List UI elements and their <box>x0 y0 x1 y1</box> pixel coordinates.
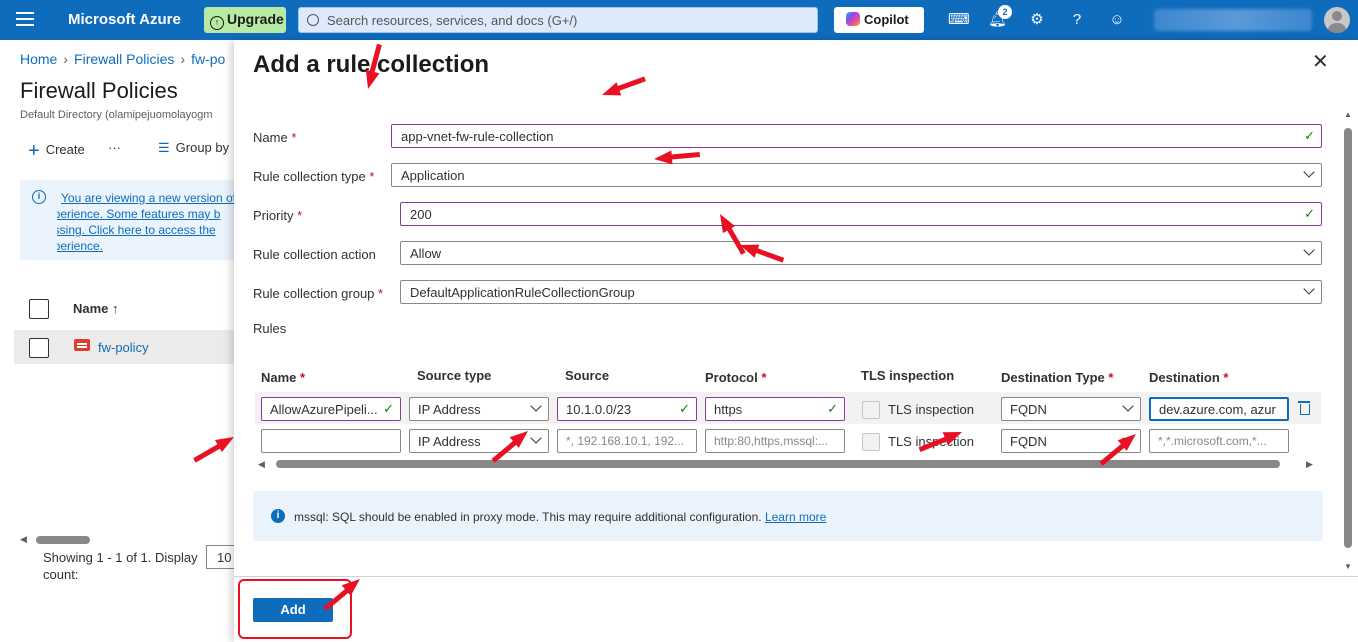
panel-vertical-scrollbar[interactable]: ▲ ▼ <box>1342 110 1354 576</box>
note-text: mssql: SQL should be enabled in proxy mo… <box>294 510 762 524</box>
rule-collection-group-select[interactable]: DefaultApplicationRuleCollectionGroup <box>400 280 1322 304</box>
rule-name-input[interactable] <box>261 429 401 453</box>
copilot-label: Copilot <box>864 12 909 27</box>
name-input[interactable]: app-vnet-fw-rule-collection ✓ <box>391 124 1322 148</box>
search-icon <box>307 14 319 26</box>
col-tls: TLS inspection <box>861 368 955 383</box>
info-note: i mssql: SQL should be enabled in proxy … <box>253 491 1323 541</box>
chevron-down-icon <box>1303 283 1315 295</box>
settings-icon[interactable]: ⚙ <box>1028 11 1046 29</box>
info-banner-link[interactable]: You are viewing a new version of experie… <box>57 190 237 254</box>
more-button[interactable]: ··· <box>108 140 121 155</box>
valid-check-icon: ✓ <box>1304 206 1315 221</box>
rule-collection-action-select[interactable]: Allow <box>400 241 1322 265</box>
upgrade-label: Upgrade <box>227 11 284 27</box>
delete-icon[interactable] <box>1298 401 1310 415</box>
rules-label: Rules <box>253 321 287 336</box>
copilot-icon <box>846 12 860 26</box>
avatar[interactable] <box>1324 7 1350 33</box>
horizontal-scrollbar[interactable]: ◀ <box>20 534 234 544</box>
search-input[interactable]: Search resources, services, and docs (G+… <box>298 7 818 33</box>
col-source-type: Source type <box>417 368 492 383</box>
rule-name-input[interactable]: AllowAzurePipeli... ✓ <box>261 397 401 421</box>
destination-type-select[interactable]: FQDN <box>1001 397 1141 421</box>
breadcrumb-fw-policy[interactable]: fw-po <box>191 51 225 67</box>
type-label: Rule collection type * <box>253 169 375 184</box>
close-icon[interactable]: ✕ <box>1312 52 1329 72</box>
chevron-down-icon <box>530 400 542 412</box>
firewall-policy-icon <box>74 339 90 351</box>
source-type-select[interactable]: IP Address <box>409 397 549 421</box>
cloud-shell-icon[interactable]: ⌨ <box>948 11 970 29</box>
top-bar: Microsoft Azure ↑ Upgrade Search resource… <box>0 0 1358 40</box>
page-subtitle: Default Directory (olamipejuomolayogm <box>20 109 213 121</box>
name-column-header[interactable]: Name ↑ <box>73 301 119 316</box>
destination-input[interactable]: *,*.microsoft.com,*... <box>1149 429 1289 453</box>
select-all-checkbox[interactable] <box>29 299 49 319</box>
breadcrumb: Home › Firewall Policies › fw-po <box>20 51 226 67</box>
tls-checkbox[interactable] <box>862 433 880 451</box>
create-button[interactable]: + Create <box>28 140 85 163</box>
row-checkbox[interactable] <box>29 338 49 358</box>
search-placeholder: Search resources, services, and docs (G+… <box>327 13 578 28</box>
chevron-down-icon <box>530 432 542 444</box>
col-name: Name * <box>261 370 306 385</box>
priority-label: Priority * <box>253 208 303 223</box>
breadcrumb-firewall-policies[interactable]: Firewall Policies <box>74 51 174 67</box>
feedback-icon[interactable]: ☺ <box>1108 11 1126 29</box>
destination-input[interactable]: dev.azure.com, azur <box>1149 397 1289 421</box>
group-label: Rule collection group * <box>253 286 384 301</box>
account-info[interactable] <box>1154 9 1312 31</box>
source-input[interactable]: 10.1.0.0/23 ✓ <box>557 397 697 421</box>
col-destination: Destination * <box>1149 370 1229 385</box>
plus-icon: + <box>28 140 40 162</box>
rule-collection-type-select[interactable]: Application <box>391 163 1322 187</box>
table-horizontal-scrollbar[interactable]: ◀ ▶ <box>258 459 1318 469</box>
fw-policy-link[interactable]: fw-policy <box>98 340 149 355</box>
valid-check-icon: ✓ <box>1304 128 1315 143</box>
tls-label: TLS inspection <box>888 402 974 417</box>
upgrade-icon: ↑ <box>210 16 224 30</box>
brand[interactable]: Microsoft Azure <box>68 11 181 28</box>
background-page: Home › Firewall Policies › fw-po Firewall Po… <box>0 40 237 642</box>
tls-checkbox[interactable] <box>862 401 880 419</box>
chevron-down-icon <box>1303 166 1315 178</box>
upgrade-button[interactable]: ↑ Upgrade <box>204 7 286 33</box>
list-icon: ☰ <box>158 140 170 155</box>
priority-input[interactable]: 200 ✓ <box>400 202 1322 226</box>
notification-badge: 2 <box>998 5 1012 19</box>
col-source: Source <box>565 368 610 383</box>
page-size-select[interactable]: 10 <box>206 545 234 569</box>
chevron-down-icon <box>1303 244 1315 256</box>
info-icon: i <box>271 509 285 523</box>
info-icon: i <box>32 190 46 204</box>
copilot-button[interactable]: Copilot <box>834 7 924 33</box>
page-title: Firewall Policies <box>20 78 178 103</box>
panel-footer: Add <box>234 576 1358 642</box>
protocol-input[interactable]: https ✓ <box>705 397 845 421</box>
learn-more-link[interactable]: Learn more <box>765 510 826 524</box>
help-icon[interactable]: ? <box>1068 11 1086 29</box>
col-destination-type: Destination Type * <box>1001 370 1114 385</box>
action-label: Rule collection action <box>253 247 376 262</box>
col-protocol: Protocol * <box>705 370 767 385</box>
info-banner: i You are viewing a new version of exper… <box>20 180 237 260</box>
showing-count: Showing 1 - 1 of 1. Display count: <box>43 550 198 582</box>
chevron-down-icon <box>1122 400 1134 412</box>
add-rule-collection-panel: Add a rule collection ✕ Name * app-vnet-… <box>234 40 1358 642</box>
breadcrumb-home[interactable]: Home <box>20 51 57 67</box>
source-input[interactable]: *, 192.168.10.1, 192... <box>557 429 697 453</box>
name-label: Name * <box>253 130 297 145</box>
menu-icon[interactable] <box>16 12 34 26</box>
group-by-button[interactable]: ☰ Group by <box>158 140 229 156</box>
protocol-input[interactable]: http:80,https,mssql:... <box>705 429 845 453</box>
